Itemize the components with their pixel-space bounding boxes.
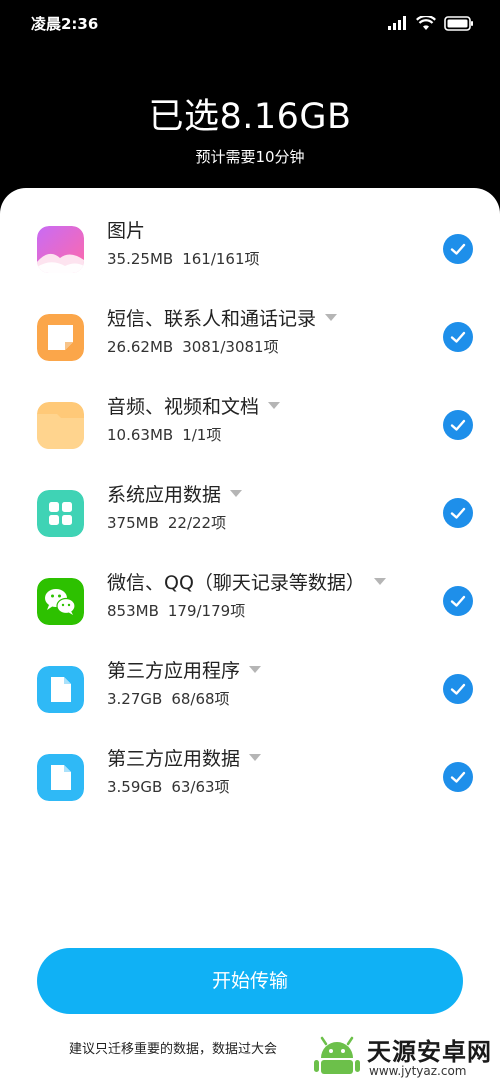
item-meta: 3.59GB 63/63项 xyxy=(107,778,230,796)
chevron-down-icon[interactable] xyxy=(325,314,338,321)
estimated-time: 预计需要10分钟 xyxy=(195,148,305,166)
item-meta: 853MB 179/179项 xyxy=(107,602,246,620)
check-icon xyxy=(450,595,466,607)
item-meta: 375MB 22/22项 xyxy=(107,514,227,532)
status-bar: 凌晨2:36 xyxy=(0,0,500,46)
gallery-icon xyxy=(37,226,84,273)
item-title: 第三方应用数据 xyxy=(107,744,262,771)
item-title: 第三方应用程序 xyxy=(107,656,262,683)
transfer-header: 已选8.16GB 预计需要10分钟 xyxy=(0,46,500,196)
check-icon xyxy=(450,771,466,783)
wifi-icon xyxy=(416,15,436,30)
checkbox-checked[interactable] xyxy=(443,586,473,616)
check-icon xyxy=(450,419,466,431)
list-item-messages-contacts[interactable]: 短信、联系人和通话记录 26.62MB 3081/3081项 xyxy=(0,308,500,402)
item-title: 系统应用数据 xyxy=(107,480,243,507)
checkbox-checked[interactable] xyxy=(443,322,473,352)
checkbox-checked[interactable] xyxy=(443,762,473,792)
list-item-third-party-apps[interactable]: 第三方应用程序 3.27GB 68/68项 xyxy=(0,660,500,754)
list-item-photos[interactable]: 图片 35.25MB 161/161项 xyxy=(0,220,500,314)
android-logo-icon xyxy=(314,1036,360,1074)
item-title: 图片 xyxy=(107,220,146,242)
file-icon xyxy=(37,666,84,713)
list-item-wechat-qq[interactable]: 微信、QQ（聊天记录等数据） 853MB 179/179项 xyxy=(0,572,500,666)
checkbox-checked[interactable] xyxy=(443,234,473,264)
watermark: 天源安卓网 www.jytyaz.com xyxy=(303,1024,500,1084)
battery-icon xyxy=(444,15,473,31)
wechat-icon xyxy=(37,578,84,625)
item-title: 微信、QQ（聊天记录等数据） xyxy=(107,568,386,595)
status-time: 凌晨2:36 xyxy=(31,15,99,33)
watermark-title: 天源安卓网 xyxy=(367,1038,492,1066)
selected-size-title: 已选8.16GB xyxy=(148,97,352,137)
apps-grid-icon xyxy=(37,490,84,537)
chevron-down-icon[interactable] xyxy=(373,578,386,585)
chevron-down-icon[interactable] xyxy=(268,402,281,409)
check-icon xyxy=(450,507,466,519)
checkbox-checked[interactable] xyxy=(443,498,473,528)
status-icons xyxy=(388,14,474,32)
file-icon xyxy=(37,754,84,801)
start-transfer-button[interactable]: 开始传输 xyxy=(37,948,463,1014)
item-meta: 26.62MB 3081/3081项 xyxy=(107,338,279,356)
check-icon xyxy=(450,683,466,695)
signal-icon xyxy=(388,16,406,30)
check-icon xyxy=(450,331,466,343)
checkbox-checked[interactable] xyxy=(443,674,473,704)
chevron-down-icon[interactable] xyxy=(249,666,262,673)
item-title: 短信、联系人和通话记录 xyxy=(107,304,338,331)
check-icon xyxy=(450,243,466,255)
chevron-down-icon[interactable] xyxy=(230,490,243,497)
messages-icon xyxy=(37,314,84,361)
chevron-down-icon[interactable] xyxy=(249,754,262,761)
folder-icon xyxy=(37,402,84,449)
footer-note: 建议只迁移重要的数据，数据过大会 xyxy=(69,1042,278,1057)
item-meta: 3.27GB 68/68项 xyxy=(107,690,230,708)
list-item-third-party-data[interactable]: 第三方应用数据 3.59GB 63/63项 xyxy=(0,748,500,842)
checkbox-checked[interactable] xyxy=(443,410,473,440)
list-item-media-docs[interactable]: 音频、视频和文档 10.63MB 1/1项 xyxy=(0,396,500,490)
item-meta: 10.63MB 1/1项 xyxy=(107,426,222,444)
item-meta: 35.25MB 161/161项 xyxy=(107,250,260,268)
item-title: 音频、视频和文档 xyxy=(107,392,281,419)
watermark-url: www.jytyaz.com xyxy=(369,1064,467,1078)
list-item-system-app-data[interactable]: 系统应用数据 375MB 22/22项 xyxy=(0,484,500,578)
